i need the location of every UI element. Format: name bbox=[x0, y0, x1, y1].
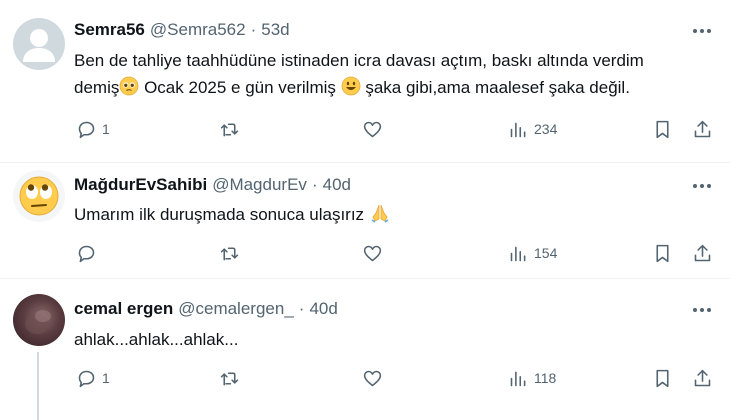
tweet-text-line: demiş bbox=[74, 78, 120, 97]
rolling-eyes-emoji-icon bbox=[19, 176, 59, 216]
heart-icon bbox=[363, 245, 382, 261]
views-button[interactable]: 154 bbox=[508, 241, 557, 265]
views-icon bbox=[510, 122, 526, 137]
avatar[interactable] bbox=[13, 18, 65, 70]
retweet-icon bbox=[220, 122, 239, 136]
folded-hands-emoji-icon bbox=[371, 204, 389, 223]
user-handle[interactable]: @MagdurEv bbox=[212, 175, 307, 195]
tweet-text-line: Ben de tahliye taahhüdüne istinaden icra… bbox=[74, 51, 644, 70]
display-name[interactable]: cemal ergen bbox=[74, 299, 173, 319]
default-avatar-icon bbox=[23, 29, 55, 62]
bookmark-icon bbox=[656, 244, 669, 262]
reply-count: 1 bbox=[102, 370, 110, 386]
tweet-text-line: Umarım ilk duruşmada sonuca ulaşırız bbox=[74, 205, 369, 224]
views-count: 234 bbox=[534, 121, 558, 137]
reply-icon bbox=[78, 245, 95, 262]
tweet[interactable]: cemal ergen @cemalergen_ · 40d ahlak...a… bbox=[0, 286, 730, 420]
avatar[interactable] bbox=[13, 170, 65, 222]
reply-button[interactable]: 1 bbox=[76, 366, 110, 390]
tweet-header: cemal ergen @cemalergen_ · 40d bbox=[74, 299, 338, 319]
tweet-text: ahlak...ahlak...ahlak... bbox=[74, 326, 714, 353]
tweet-actions: 1 118 bbox=[0, 366, 730, 390]
retweet-icon bbox=[220, 371, 239, 385]
heart-icon bbox=[363, 121, 382, 137]
share-icon bbox=[694, 244, 711, 261]
bookmark-button[interactable] bbox=[652, 366, 673, 390]
separator-dot: · bbox=[311, 175, 318, 194]
tweet-text-line: ahlak...ahlak...ahlak... bbox=[74, 330, 239, 349]
tweet-header: MağdurEvSahibi @MagdurEv · 40d bbox=[74, 175, 351, 195]
share-button[interactable] bbox=[692, 366, 713, 390]
views-icon bbox=[510, 246, 526, 261]
like-button[interactable] bbox=[362, 241, 388, 265]
separator-dot: · bbox=[298, 299, 305, 318]
reply-icon bbox=[78, 121, 95, 138]
display-name[interactable]: MağdurEvSahibi bbox=[74, 175, 207, 195]
tweet-text: Umarım ilk duruşmada sonuca ulaşırız bbox=[74, 201, 714, 228]
tweet-text-line: Ocak 2025 e gün verilmiş bbox=[139, 78, 341, 97]
tweet-text-line: şaka gibi,ama maalesef şaka değil. bbox=[360, 78, 630, 97]
tweet[interactable]: MağdurEvSahibi @MagdurEv · 40d Umarım il… bbox=[0, 163, 730, 278]
display-name[interactable]: Semra56 bbox=[74, 20, 145, 40]
avatar[interactable] bbox=[13, 294, 65, 346]
views-count: 118 bbox=[534, 370, 557, 386]
tweet-header: Semra56 @Semra562 · 53d bbox=[74, 20, 290, 40]
tweet-actions: 1 234 bbox=[0, 117, 730, 141]
heart-icon bbox=[363, 370, 382, 386]
views-button[interactable]: 234 bbox=[508, 117, 557, 141]
more-icon[interactable] bbox=[690, 301, 714, 319]
bookmark-button[interactable] bbox=[652, 117, 673, 141]
bookmark-button[interactable] bbox=[652, 241, 673, 265]
divider bbox=[0, 278, 730, 279]
reply-count: 1 bbox=[102, 121, 110, 137]
separator-dot: · bbox=[250, 20, 257, 39]
reply-thread: Semra56 @Semra562 · 53d Ben de tahliye t… bbox=[0, 0, 730, 420]
user-handle[interactable]: @cemalergen_ bbox=[178, 299, 294, 319]
grinning-face-emoji-icon bbox=[341, 76, 361, 96]
share-icon bbox=[694, 120, 711, 137]
share-button[interactable] bbox=[692, 241, 713, 265]
tweet-text: Ben de tahliye taahhüdüne istinaden icra… bbox=[74, 47, 714, 101]
reply-button[interactable]: 1 bbox=[76, 117, 110, 141]
bookmark-icon bbox=[656, 120, 669, 138]
views-count: 154 bbox=[534, 245, 558, 261]
profile-photo-icon bbox=[25, 310, 51, 334]
more-icon[interactable] bbox=[690, 22, 714, 40]
more-icon[interactable] bbox=[690, 177, 714, 195]
views-button[interactable]: 118 bbox=[508, 366, 556, 390]
timestamp[interactable]: 53d bbox=[261, 20, 289, 40]
like-button[interactable] bbox=[362, 117, 388, 141]
retweet-button[interactable] bbox=[219, 241, 245, 265]
retweet-button[interactable] bbox=[219, 366, 245, 390]
like-button[interactable] bbox=[362, 366, 388, 390]
bookmark-icon bbox=[656, 369, 669, 387]
share-button[interactable] bbox=[692, 117, 713, 141]
retweet-icon bbox=[220, 246, 239, 260]
pleading-face-emoji-icon bbox=[119, 76, 139, 96]
timestamp[interactable]: 40d bbox=[309, 299, 337, 319]
reply-icon bbox=[78, 370, 95, 387]
share-icon bbox=[694, 369, 711, 386]
reply-button[interactable] bbox=[76, 241, 102, 265]
views-icon bbox=[510, 371, 526, 386]
tweet-actions: 154 bbox=[0, 241, 730, 265]
retweet-button[interactable] bbox=[219, 117, 245, 141]
timestamp[interactable]: 40d bbox=[323, 175, 351, 195]
user-handle[interactable]: @Semra562 bbox=[150, 20, 246, 40]
tweet[interactable]: Semra56 @Semra562 · 53d Ben de tahliye t… bbox=[0, 0, 730, 142]
